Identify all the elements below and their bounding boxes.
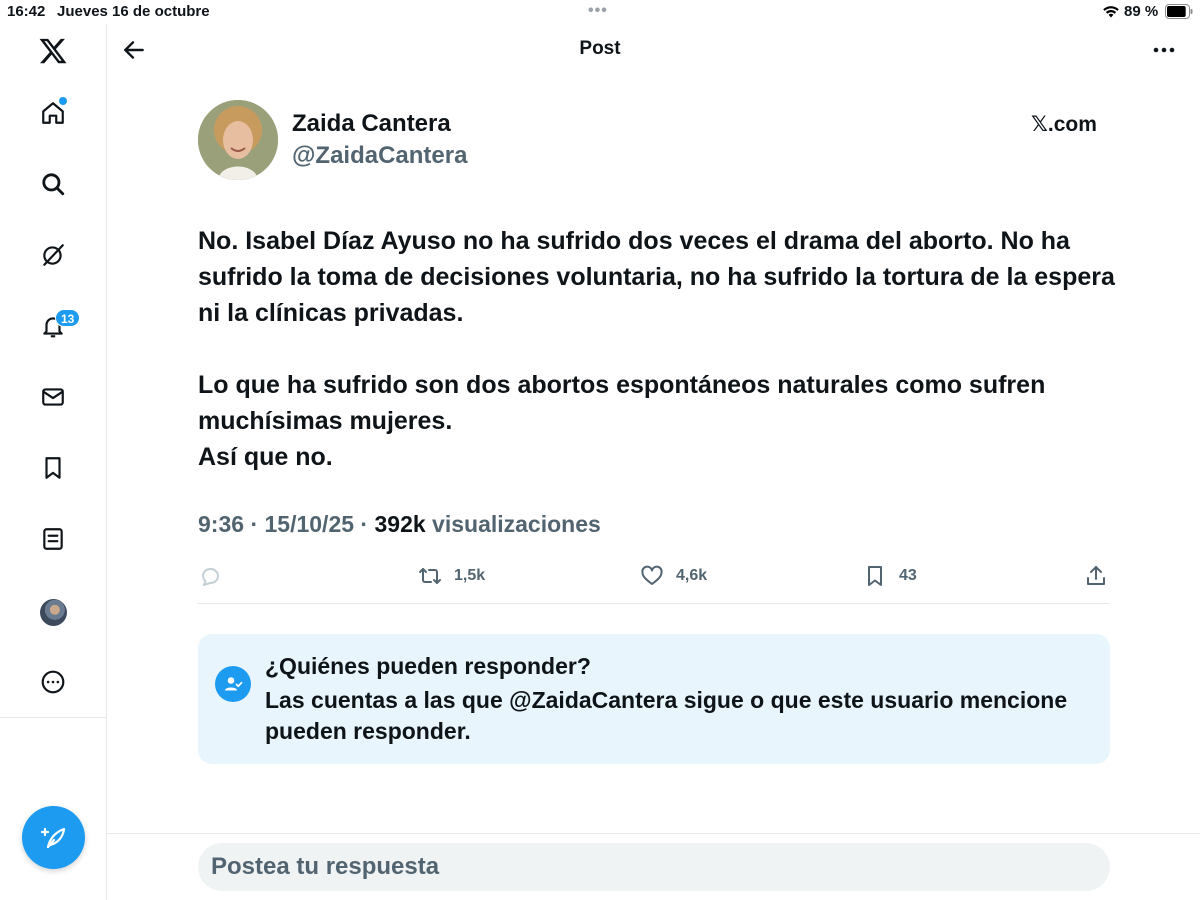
battery-percent: 89 %: [1124, 3, 1159, 20]
notification-badge: 13: [55, 309, 81, 327]
page-title: Post: [579, 38, 621, 59]
more-circle-icon: [41, 670, 65, 694]
reply-restriction-description: Las cuentas a las que @ZaidaCantera sigu…: [265, 687, 1068, 744]
sidebar-item-messages[interactable]: [36, 380, 70, 414]
sidebar-item-grok[interactable]: [36, 238, 70, 272]
repost-button[interactable]: 1,5k: [418, 561, 485, 591]
meta-separator: ·: [250, 511, 259, 537]
sidebar-item-more[interactable]: [36, 665, 70, 699]
views-count: 392k: [374, 511, 426, 537]
divider: [107, 833, 1200, 834]
source-domain: 𝕏.com: [1031, 113, 1097, 136]
post-date[interactable]: 15/10/25: [265, 511, 355, 537]
more-horizontal-icon[interactable]: [1150, 38, 1178, 62]
share-button[interactable]: [1084, 561, 1108, 591]
reply-restriction-title: ¿Quiénes pueden responder?: [265, 653, 591, 679]
reply-button[interactable]: [198, 561, 234, 591]
post-meta: 9:36 · 15/10/25 · 392k visualizaciones: [198, 511, 601, 538]
bookmark-button[interactable]: 43: [863, 561, 917, 591]
author-avatar[interactable]: [198, 100, 278, 180]
post-text: No. Isabel Díaz Ayuso no ha sufrido dos …: [198, 223, 1118, 475]
unread-dot: [59, 97, 67, 105]
share-icon: [1087, 566, 1105, 585]
reply-restriction-notice: ¿Quiénes pueden responder? Las cuentas a…: [198, 634, 1110, 764]
bookmark-icon: [45, 457, 61, 479]
person-check-icon: [215, 666, 251, 702]
action-bar: 1,5k 4,6k 43: [198, 561, 1110, 591]
post-paragraph: No. Isabel Díaz Ayuso no ha sufrido dos …: [198, 227, 1115, 327]
heart-icon: [641, 565, 663, 585]
author-handle[interactable]: @ZaidaCantera: [292, 142, 467, 170]
sidebar-item-explore[interactable]: [36, 167, 70, 201]
post-time[interactable]: 9:36: [198, 511, 244, 537]
reply-bubble-icon: [202, 568, 219, 586]
status-bar: 16:42 Jueves 16 de octubre ••• 89 %: [0, 0, 1200, 24]
mail-icon: [42, 388, 64, 406]
status-time: 16:42: [7, 3, 46, 20]
repost-icon: [419, 568, 441, 584]
post-paragraph: Lo que ha sufrido son dos abortos espont…: [198, 371, 1046, 471]
views-label: visualizaciones: [432, 511, 601, 537]
bookmark-icon: [868, 566, 882, 586]
meta-separator: ·: [360, 511, 369, 537]
grok-icon: [43, 244, 64, 266]
bookmark-count: 43: [899, 567, 917, 584]
like-count: 4,6k: [676, 567, 708, 584]
repost-count: 1,5k: [454, 567, 486, 584]
status-date: Jueves 16 de octubre: [57, 3, 210, 20]
sidebar-item-lists[interactable]: [36, 522, 70, 556]
author-name[interactable]: Zaida Cantera: [292, 110, 451, 138]
list-icon: [43, 528, 63, 550]
like-button[interactable]: 4,6k: [640, 561, 707, 591]
wifi-icon: [1103, 6, 1119, 18]
reply-input[interactable]: [198, 843, 1110, 891]
compose-button[interactable]: [22, 806, 85, 869]
sidebar-divider: [0, 717, 106, 718]
sidebar: 13: [0, 24, 107, 900]
divider: [198, 603, 1110, 604]
compose-feather-icon: [40, 827, 65, 848]
battery-icon: [1165, 4, 1193, 19]
search-icon: [42, 173, 65, 196]
avatar[interactable]: [40, 599, 67, 626]
multitask-dots[interactable]: •••: [588, 2, 608, 20]
sidebar-item-bookmarks[interactable]: [36, 451, 70, 485]
